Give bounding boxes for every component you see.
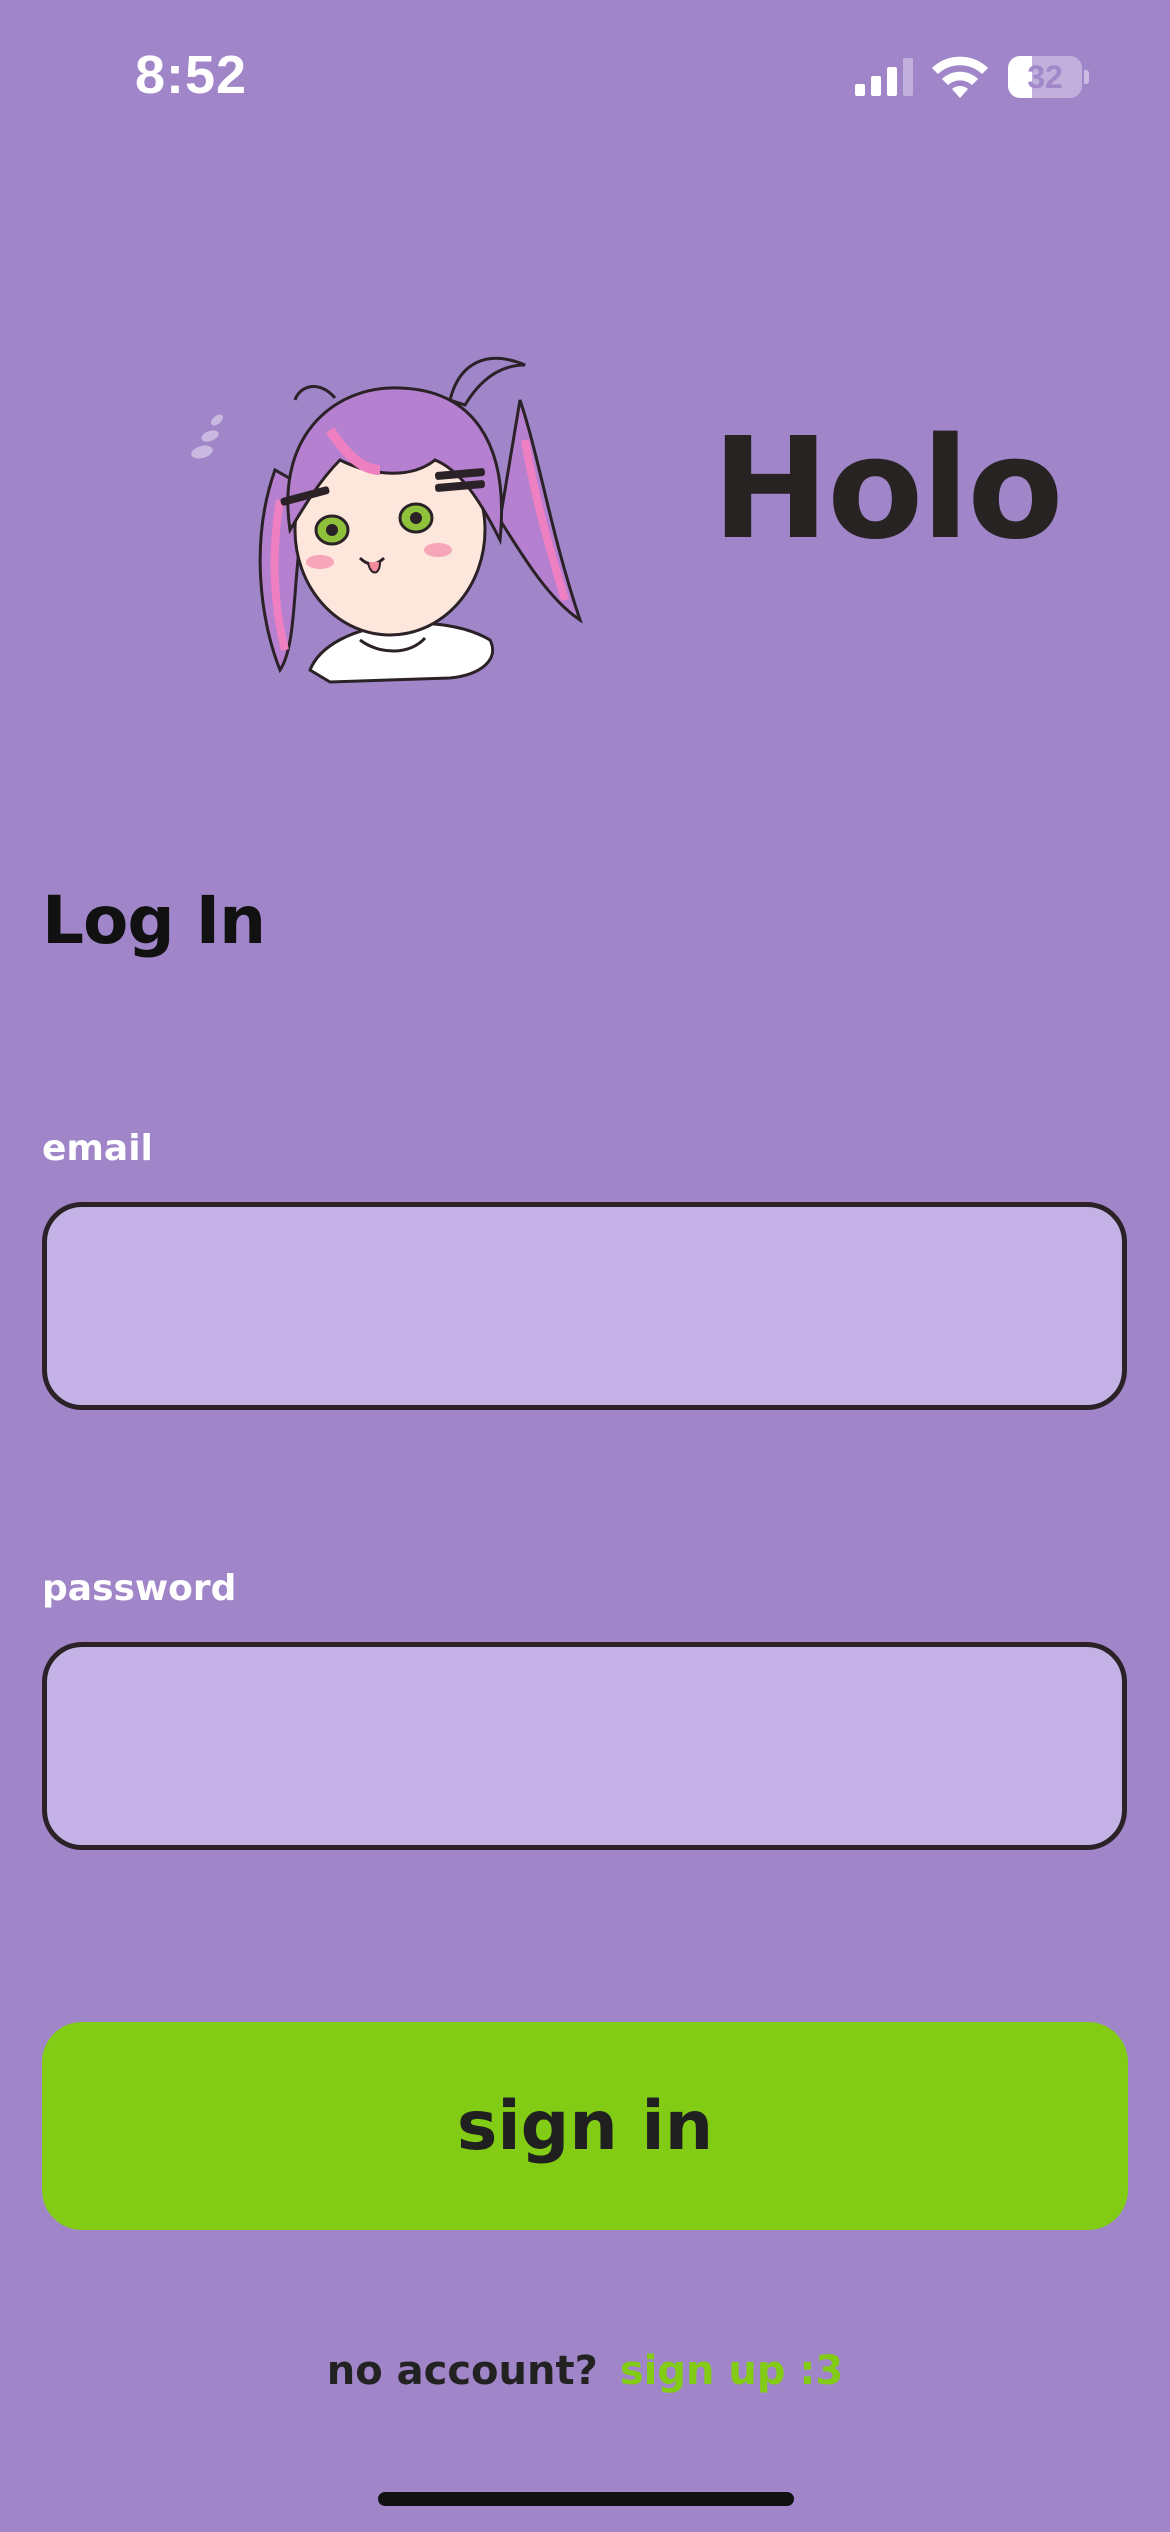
- signup-prompt: no account? sign up :3: [0, 2348, 1170, 2394]
- battery-icon: 32: [1008, 56, 1089, 98]
- sign-in-button[interactable]: sign in: [42, 2022, 1128, 2230]
- battery-percent: 32: [1027, 59, 1063, 95]
- cellular-signal-icon: [855, 58, 913, 96]
- password-label: password: [42, 1568, 237, 1609]
- anime-girl-mascot-illustration: [191, 356, 583, 684]
- sign-up-link[interactable]: sign up :3: [620, 2348, 843, 2394]
- password-field[interactable]: [42, 1642, 1127, 1850]
- wifi-icon: [932, 56, 988, 98]
- page-title: Log In: [42, 882, 266, 959]
- no-account-text: no account?: [326, 2348, 598, 2394]
- home-indicator[interactable]: [378, 2492, 794, 2506]
- status-time: 8:52: [135, 45, 248, 105]
- app-title: Holo: [712, 408, 1064, 571]
- email-label: email: [42, 1128, 153, 1169]
- email-field[interactable]: [42, 1202, 1127, 1410]
- login-screen: 8:52 32 Holo Log In email password sign …: [0, 0, 1170, 2532]
